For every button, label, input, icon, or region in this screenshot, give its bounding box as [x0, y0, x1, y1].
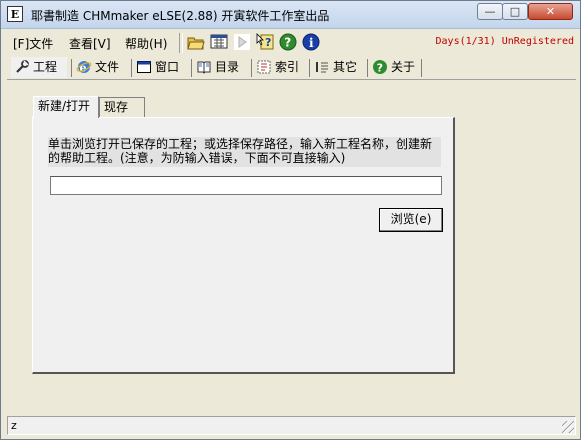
minimize-button[interactable]: — [477, 3, 503, 20]
tab-separator [71, 59, 72, 77]
svg-text:i: i [309, 36, 314, 50]
project-path-input[interactable] [50, 176, 442, 195]
close-button[interactable]: ✕ [528, 3, 573, 20]
resize-grip[interactable] [562, 421, 574, 433]
tab-about-label: 关于 [391, 60, 416, 74]
menu-file[interactable]: [F]文件 [13, 35, 53, 52]
tab-project[interactable]: 工程 [11, 57, 67, 78]
help-icon[interactable]: ? [279, 33, 297, 51]
list-icon [316, 62, 328, 73]
help-cursor-icon[interactable]: ? [256, 33, 274, 51]
open-folder-icon[interactable] [187, 33, 205, 51]
save-grid-icon[interactable] [210, 33, 228, 51]
play-icon[interactable] [233, 33, 251, 51]
status-bar: z [7, 416, 576, 435]
project-description: 单击浏览打开已保存的工程；或选择保存路径，输入新工程名称，创建新的帮助工程。(注… [48, 137, 441, 167]
window-icon [137, 61, 151, 73]
svg-text:?: ? [377, 62, 383, 75]
index-icon [257, 60, 271, 74]
tab-toc-label: 目录 [215, 60, 240, 74]
tab-separator [367, 59, 368, 77]
tab-separator [309, 59, 310, 77]
tab-files[interactable]: e 文件 [73, 57, 129, 78]
tab-files-label: 文件 [95, 60, 120, 74]
registration-status: Days(1/31) UnRegistered [435, 36, 574, 47]
tab-other[interactable]: 其它 [311, 57, 365, 78]
info-icon[interactable]: i [302, 33, 320, 51]
app-icon[interactable]: E [7, 6, 23, 22]
tab-index-label: 索引 [275, 60, 300, 74]
menu-help[interactable]: 帮助(H) [125, 35, 167, 52]
tab-about[interactable]: ? 关于 [369, 57, 421, 78]
subtab-existing[interactable]: 现存 [99, 97, 145, 117]
tab-separator [191, 59, 192, 77]
tab-separator [131, 59, 132, 77]
menu-toolbar-row: [F]文件 查看[V] 帮助(H) ? ? i Days(1/31) UnReg… [7, 31, 576, 55]
menu-view[interactable]: 查看[V] [69, 35, 111, 52]
svg-text:?: ? [265, 36, 271, 49]
title-bar[interactable]: E 耶書制造 CHMmaker eLSE(2.88) 开寅软件工作室出品 — □… [1, 1, 580, 29]
window-title: 耶書制造 CHMmaker eLSE(2.88) 开寅软件工作室出品 [31, 9, 330, 23]
tab-index[interactable]: 索引 [253, 57, 309, 78]
ie-globe-icon: e [76, 61, 92, 75]
help-icon: ? [373, 60, 387, 75]
wrench-icon [16, 60, 29, 73]
tab-separator [251, 59, 252, 77]
book-icon [197, 61, 211, 74]
tab-other-label: 其它 [333, 60, 358, 74]
maximize-button[interactable]: □ [502, 3, 528, 20]
tab-toc[interactable]: 目录 [193, 57, 249, 78]
main-tab-bar: 工程 e 文件 窗口 目录 索引 其它 ? 关于 [7, 57, 576, 80]
tab-separator [421, 59, 422, 77]
subtab-new-open[interactable]: 新建/打开 [33, 96, 99, 118]
tab-window[interactable]: 窗口 [133, 57, 189, 78]
svg-text:?: ? [284, 36, 291, 50]
status-text: z [11, 419, 17, 432]
browse-button[interactable]: 浏览(e) [379, 208, 443, 232]
tab-window-label: 窗口 [155, 60, 180, 74]
toolbar-separator [179, 33, 183, 53]
app-window: E 耶書制造 CHMmaker eLSE(2.88) 开寅软件工作室出品 — □… [0, 0, 581, 440]
tab-project-label: 工程 [33, 60, 58, 74]
